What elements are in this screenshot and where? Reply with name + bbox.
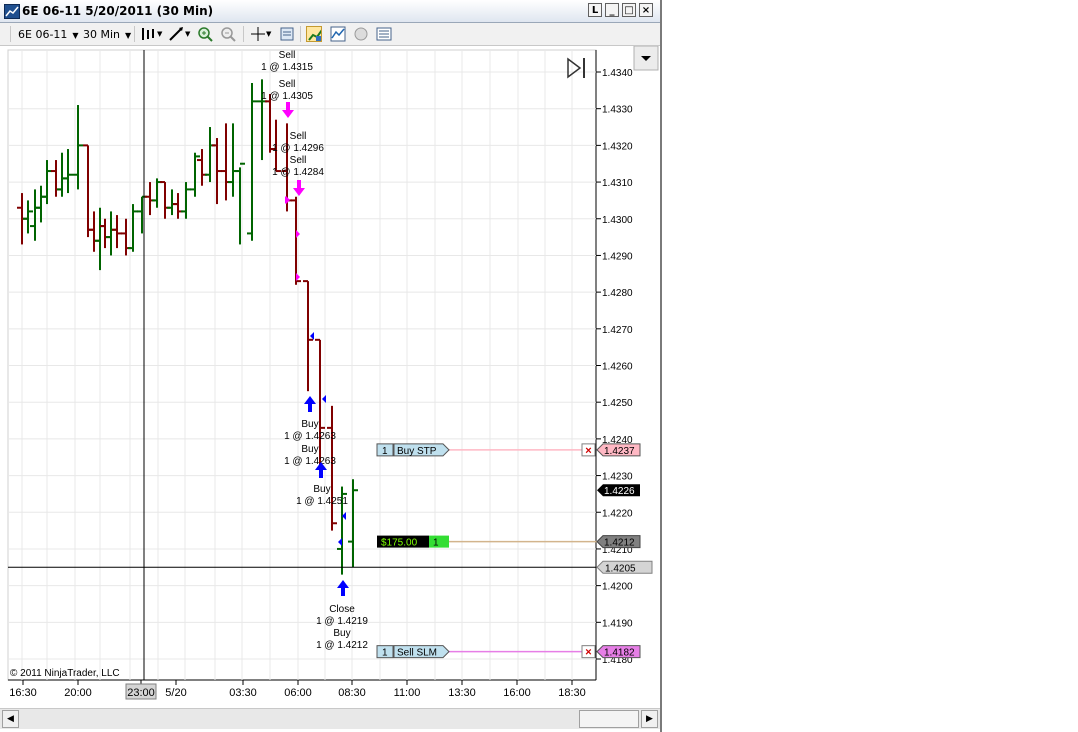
time-axis-label: 06:00 [284, 687, 312, 699]
copyright-label: © 2011 NinjaTrader, LLC [10, 668, 120, 679]
position-price-label: 1.4212 [604, 538, 635, 549]
execution-detail: 1 @ 1.4263 [284, 431, 336, 442]
price-axis-label: 1.4190 [602, 618, 633, 629]
price-axis-label: 1.4220 [602, 508, 633, 519]
scroll-right-button[interactable]: ▶ [641, 710, 658, 728]
time-axis-label: 03:30 [229, 687, 257, 699]
execution-side: Close [329, 604, 355, 615]
time-axis-label: 13:30 [448, 687, 476, 699]
time-axis-label: 16:30 [9, 687, 37, 699]
price-axis-label: 1.4300 [602, 215, 633, 226]
execution-side: Sell [279, 79, 296, 90]
execution-side: Buy [301, 444, 318, 455]
time-axis-label: 20:00 [64, 687, 92, 699]
chart-trader-icon[interactable] [306, 26, 322, 42]
execution-detail: 1 @ 1.4212 [316, 640, 368, 651]
price-axis-label: 1.4250 [602, 398, 633, 409]
execution-detail: 1 @ 1.4284 [272, 167, 324, 178]
position-qty-box [429, 535, 449, 548]
execution-detail: 1 @ 1.4219 [316, 616, 368, 627]
price-axis-label: 1.4290 [602, 251, 633, 262]
position-pnl: $175.00 [381, 538, 418, 549]
data-box-icon[interactable] [279, 26, 295, 42]
position-qty: 1 [433, 538, 439, 549]
price-axis-label: 1.4230 [602, 472, 633, 483]
price-axis-label: 1.4280 [602, 288, 633, 299]
execution-detail: 1 @ 1.4305 [261, 91, 313, 102]
close-button[interactable]: × [639, 3, 653, 17]
order-type-label: Buy STP [397, 446, 437, 457]
ninjatrader-app-icon [4, 4, 20, 19]
scroll-thumb[interactable] [579, 710, 639, 728]
order-qty: 1 [382, 648, 388, 659]
properties-icon[interactable] [376, 26, 392, 42]
indicators-icon[interactable] [330, 26, 346, 42]
time-axis-label: 11:00 [394, 687, 421, 699]
minimize-button[interactable]: _ [605, 3, 619, 17]
order-price-label: 1.4182 [604, 648, 635, 659]
execution-detail: 1 @ 1.4251 [296, 496, 348, 507]
execution-detail: 1 @ 1.4263 [284, 456, 336, 467]
order-type-label: Sell SLM [397, 648, 437, 659]
scroll-left-button[interactable]: ◀ [2, 710, 19, 728]
execution-detail: 1 @ 1.4315 [261, 62, 313, 73]
chart-canvas[interactable]: 1.4340 1.4330 1.4320 1.4310 1.4300 1.4290 1.42… [0, 45, 660, 706]
chart-window: 6E 06-11 5/20/2011 (30 Min) L _ □ × 6E 0… [0, 0, 662, 732]
link-button[interactable]: L [588, 3, 602, 17]
chevron-down-icon: ▼ [125, 31, 132, 40]
execution-side: Sell [290, 131, 307, 142]
price-axis-label: 1.4340 [602, 68, 633, 79]
price-axis-label: 1.4320 [602, 141, 633, 152]
execution-side: Buy [333, 628, 350, 639]
window-title: 6E 06-11 5/20/2011 (30 Min) [22, 4, 214, 18]
maximize-button[interactable]: □ [622, 3, 636, 17]
chevron-down-icon[interactable]: ▼ [266, 30, 271, 38]
close-icon[interactable]: × [585, 445, 591, 457]
chevron-down-icon[interactable]: ▼ [157, 30, 162, 38]
time-axis-label: 08:30 [338, 687, 366, 699]
title-bar[interactable]: 6E 06-11 5/20/2011 (30 Min) L _ □ × [0, 0, 660, 23]
execution-side: Buy [301, 419, 318, 430]
crosshair-icon[interactable] [250, 26, 266, 42]
time-axis-label: 5/20 [165, 687, 186, 699]
price-axis-label: 1.4260 [602, 362, 633, 373]
execution-side: Buy [313, 484, 330, 495]
bars-style-icon[interactable] [140, 26, 156, 42]
instrument-dropdown[interactable]: 6E 06-11 ▼ [18, 28, 79, 41]
time-axis-label: 18:30 [558, 687, 586, 699]
close-icon[interactable]: × [585, 647, 591, 659]
interval-label: 30 Min [83, 28, 121, 41]
chevron-down-icon[interactable]: ▼ [185, 30, 190, 38]
chevron-down-icon: ▼ [72, 31, 79, 40]
order-price-label: 1.4237 [604, 446, 635, 457]
horizontal-scrollbar[interactable]: ◀ ▶ [0, 708, 660, 729]
zoom-in-icon[interactable] [197, 26, 213, 42]
interval-dropdown[interactable]: 30 Min ▼ [83, 28, 131, 41]
crosshair-price-label: 1.4205 [605, 563, 636, 574]
time-axis-label: 23:00 [127, 687, 155, 699]
strategies-icon[interactable] [353, 26, 369, 42]
chart-toolbar: 6E 06-11 ▼ 30 Min ▼ ▼ ▼ ▼ [0, 23, 660, 46]
drawing-tool-icon[interactable] [168, 26, 184, 42]
price-axis-label: 1.4330 [602, 105, 633, 116]
price-axis-label: 1.4200 [602, 582, 633, 593]
last-price-label: 1.4226 [604, 486, 635, 497]
price-chart[interactable]: 1.4340 1.4330 1.4320 1.4310 1.4300 1.4290 1.42… [0, 45, 660, 706]
time-axis-label: 16:00 [503, 687, 531, 699]
execution-side: Sell [279, 50, 296, 61]
zoom-out-icon[interactable] [220, 26, 236, 42]
price-axis-label: 1.4310 [602, 178, 633, 189]
execution-side: Sell [290, 155, 307, 166]
price-axis-label: 1.4270 [602, 325, 633, 336]
execution-detail: 1 @ 1.4296 [272, 143, 324, 154]
instrument-label: 6E 06-11 [18, 28, 68, 41]
order-qty: 1 [382, 446, 388, 457]
